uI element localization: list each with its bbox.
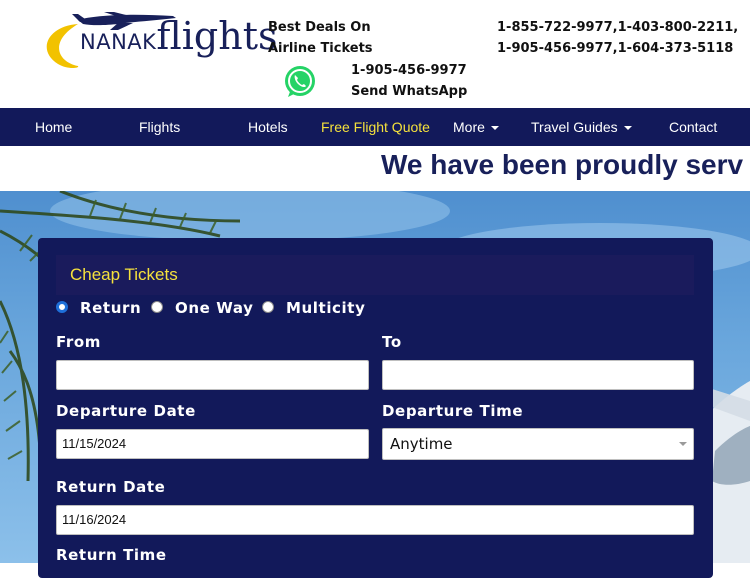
trip-type-one-way-label[interactable]: One Way: [175, 298, 253, 318]
card-title: Cheap Tickets: [70, 265, 178, 284]
from-label: From: [56, 333, 102, 351]
logo-wordmark: NANAKflights: [80, 14, 278, 58]
trip-type-multicity-label[interactable]: Multicity: [286, 298, 365, 318]
whatsapp-label[interactable]: Send WhatsApp: [351, 81, 467, 102]
radio-unselected-icon[interactable]: [262, 301, 274, 313]
whatsapp-icon[interactable]: [282, 64, 318, 100]
whatsapp-contact[interactable]: 1-905-456-9977 Send WhatsApp: [351, 60, 467, 102]
return-date-value: 11/16/2024: [62, 512, 127, 527]
radio-unselected-icon[interactable]: [151, 301, 163, 313]
nav-more[interactable]: More: [453, 108, 499, 146]
return-date-label: Return Date: [56, 478, 166, 496]
departure-time-label: Departure Time: [382, 402, 524, 420]
nav-more-label: More: [453, 119, 485, 135]
caret-down-icon: [623, 126, 632, 131]
logo-main: flights: [156, 14, 278, 58]
departure-time-value: Anytime: [390, 435, 453, 453]
nav-travel-guides[interactable]: Travel Guides: [531, 108, 632, 146]
departure-date-value: 11/15/2024: [62, 436, 127, 451]
caret-down-icon: [490, 126, 499, 131]
nav-contact[interactable]: Contact: [669, 108, 717, 146]
deals-line-1: Best Deals On: [268, 20, 371, 35]
departure-date-input[interactable]: 11/15/2024: [56, 429, 369, 459]
to-input[interactable]: [382, 360, 694, 390]
deals-line-2: Airline Tickets: [268, 41, 373, 56]
phone-line-2[interactable]: 1-905-456-9977,1-604-373-5118: [497, 38, 738, 59]
chevron-down-icon: [679, 442, 687, 446]
card-title-bar: Cheap Tickets: [56, 255, 694, 295]
departure-date-label: Departure Date: [56, 402, 196, 420]
from-input[interactable]: [56, 360, 369, 390]
marquee-banner: We have been proudly serv: [0, 146, 750, 191]
return-date-input[interactable]: 11/16/2024: [56, 505, 694, 535]
main-navbar: Home Flights Hotels Free Flight Quote Mo…: [0, 108, 750, 146]
return-time-label: Return Time: [56, 546, 167, 564]
nav-home[interactable]: Home: [35, 108, 72, 146]
phone-numbers[interactable]: 1-855-722-9977,1-403-800-2211, 1-905-456…: [497, 17, 738, 59]
nav-flights[interactable]: Flights: [139, 108, 180, 146]
radio-selected-icon[interactable]: [56, 301, 68, 313]
flight-search-card: Cheap Tickets Return One Way Multicity F…: [38, 238, 713, 578]
site-header: NANAKflights Best Deals On Airline Ticke…: [0, 0, 750, 108]
nav-free-flight-quote[interactable]: Free Flight Quote: [321, 108, 430, 146]
phone-line-1[interactable]: 1-855-722-9977,1-403-800-2211,: [497, 17, 738, 38]
to-label: To: [382, 333, 402, 351]
nav-travel-guides-label: Travel Guides: [531, 119, 618, 135]
site-logo[interactable]: NANAKflights: [38, 2, 288, 68]
departure-time-select[interactable]: Anytime: [382, 428, 694, 460]
banner-text: We have been proudly serv: [381, 149, 744, 180]
trip-type-return-label[interactable]: Return: [80, 298, 141, 318]
nav-hotels[interactable]: Hotels: [248, 108, 288, 146]
whatsapp-number[interactable]: 1-905-456-9977: [351, 60, 467, 81]
logo-prefix: NANAK: [80, 30, 157, 54]
deals-text: Best Deals On Airline Tickets: [268, 17, 373, 59]
